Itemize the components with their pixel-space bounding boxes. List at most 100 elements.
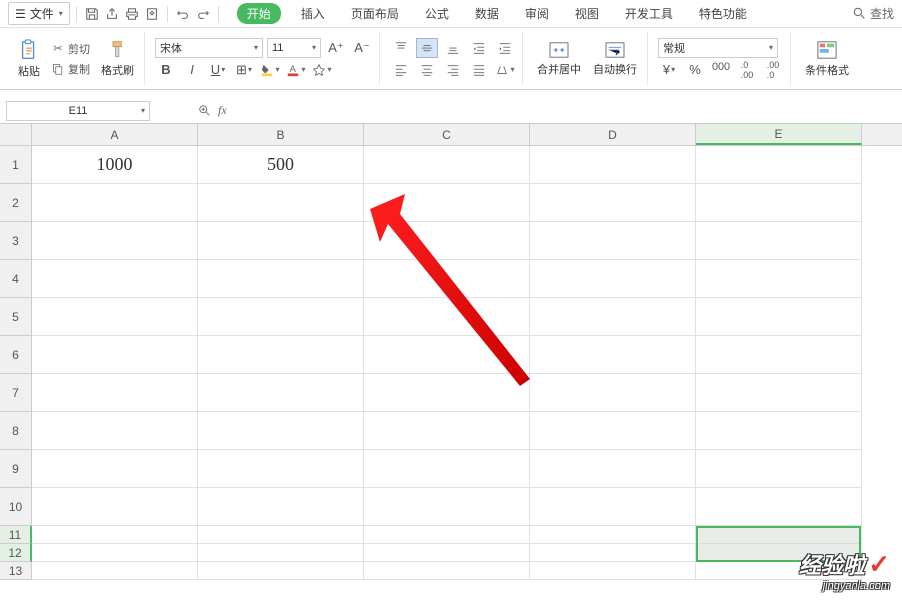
cell-d1[interactable] (530, 146, 696, 184)
align-right-button[interactable] (442, 60, 464, 80)
align-top-button[interactable] (390, 38, 412, 58)
cell[interactable] (696, 184, 862, 222)
cell[interactable] (32, 374, 198, 412)
justify-button[interactable] (468, 60, 490, 80)
cell[interactable] (198, 488, 364, 526)
cell[interactable] (530, 562, 696, 580)
cell-reference-box[interactable]: E11 ▾ (6, 101, 150, 121)
number-format-select[interactable]: 常规 ▾ (658, 38, 778, 58)
cell[interactable] (364, 450, 530, 488)
tab-page-layout[interactable]: 页面布局 (345, 2, 405, 25)
cell[interactable] (530, 488, 696, 526)
cell[interactable] (696, 260, 862, 298)
export-icon[interactable] (103, 5, 121, 23)
tab-insert[interactable]: 插入 (295, 2, 331, 25)
cell[interactable] (530, 260, 696, 298)
cell[interactable] (530, 544, 696, 562)
conditional-format-button[interactable]: 条件格式 (801, 38, 853, 80)
row-header-3[interactable]: 3 (0, 222, 32, 260)
decrease-font-button[interactable]: A⁻ (351, 38, 373, 58)
cell[interactable] (198, 412, 364, 450)
cell[interactable] (696, 412, 862, 450)
cell[interactable] (198, 374, 364, 412)
cell[interactable] (364, 298, 530, 336)
formula-input[interactable] (233, 101, 902, 121)
fx-icon[interactable]: fx (218, 103, 227, 118)
decrease-indent-button[interactable] (468, 38, 490, 58)
bold-button[interactable]: B (155, 60, 177, 80)
undo-icon[interactable] (174, 5, 192, 23)
row-header-13[interactable]: 13 (0, 562, 32, 580)
print-icon[interactable] (123, 5, 141, 23)
cell[interactable] (530, 222, 696, 260)
cell[interactable] (696, 450, 862, 488)
row-header-1[interactable]: 1 (0, 146, 32, 184)
cell[interactable] (198, 222, 364, 260)
font-name-select[interactable]: 宋体 ▾ (155, 38, 263, 58)
fill-color-button[interactable]: ▾ (259, 60, 281, 80)
cell[interactable] (530, 374, 696, 412)
cell[interactable] (696, 298, 862, 336)
italic-button[interactable]: I (181, 60, 203, 80)
cell[interactable] (696, 374, 862, 412)
effects-button[interactable]: ▾ (311, 60, 333, 80)
currency-button[interactable]: ¥▾ (658, 60, 680, 80)
increase-font-button[interactable]: A⁺ (325, 38, 347, 58)
align-left-button[interactable] (390, 60, 412, 80)
row-header-5[interactable]: 5 (0, 298, 32, 336)
cell[interactable] (364, 526, 530, 544)
col-header-e[interactable]: E (696, 124, 862, 145)
cell[interactable] (198, 562, 364, 580)
cell[interactable] (530, 336, 696, 374)
cell[interactable] (198, 184, 364, 222)
cell[interactable] (198, 526, 364, 544)
cell[interactable] (364, 488, 530, 526)
font-color-button[interactable]: A ▾ (285, 60, 307, 80)
cell[interactable] (364, 544, 530, 562)
print-preview-icon[interactable] (143, 5, 161, 23)
tab-data[interactable]: 数据 (469, 2, 505, 25)
cell[interactable] (364, 222, 530, 260)
row-header-12[interactable]: 12 (0, 544, 32, 562)
cell[interactable] (198, 336, 364, 374)
save-icon[interactable] (83, 5, 101, 23)
cell[interactable] (32, 450, 198, 488)
percent-button[interactable]: % (684, 60, 706, 80)
cell[interactable] (32, 260, 198, 298)
wrap-text-button[interactable]: 自动换行 (589, 39, 641, 79)
cell[interactable] (32, 544, 198, 562)
cell[interactable] (32, 562, 198, 580)
cell[interactable] (364, 562, 530, 580)
file-menu[interactable]: ☰ 文件 ▾ (8, 2, 70, 25)
cell[interactable] (364, 374, 530, 412)
align-middle-button[interactable] (416, 38, 438, 58)
cell[interactable] (32, 184, 198, 222)
cut-button[interactable]: ✂ 剪切 (48, 40, 93, 58)
row-header-11[interactable]: 11 (0, 526, 32, 544)
cell[interactable] (530, 298, 696, 336)
cell[interactable] (696, 222, 862, 260)
tab-view[interactable]: 视图 (569, 2, 605, 25)
cell[interactable] (530, 412, 696, 450)
cell[interactable] (32, 222, 198, 260)
cell[interactable] (32, 526, 198, 544)
cell[interactable] (530, 450, 696, 488)
comma-button[interactable]: 000 (710, 60, 732, 80)
col-header-c[interactable]: C (364, 124, 530, 145)
redo-icon[interactable] (194, 5, 212, 23)
format-painter-button[interactable]: 格式刷 (97, 38, 138, 80)
cell-b1[interactable]: 500 (198, 146, 364, 184)
tab-start[interactable]: 开始 (237, 3, 281, 24)
cell[interactable] (198, 544, 364, 562)
align-center-button[interactable] (416, 60, 438, 80)
decrease-decimal-button[interactable]: .00.0 (762, 60, 784, 80)
search-button[interactable]: 查找 (853, 5, 894, 22)
cell[interactable] (32, 298, 198, 336)
row-header-8[interactable]: 8 (0, 412, 32, 450)
cell[interactable] (32, 336, 198, 374)
cell[interactable] (530, 526, 696, 544)
align-bottom-button[interactable] (442, 38, 464, 58)
cell[interactable] (364, 412, 530, 450)
copy-button[interactable]: 复制 (48, 60, 93, 78)
row-header-7[interactable]: 7 (0, 374, 32, 412)
